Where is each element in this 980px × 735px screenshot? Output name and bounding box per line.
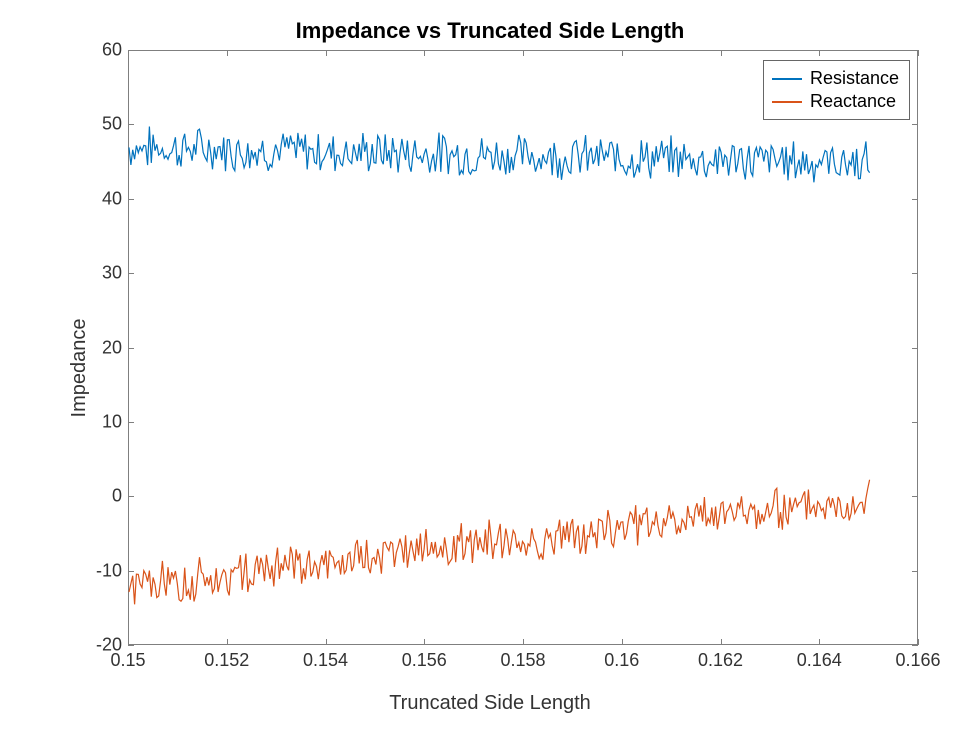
y-tick-mark: [912, 422, 918, 423]
y-tick-mark: [128, 422, 134, 423]
legend-item-reactance: Reactance: [772, 91, 899, 112]
y-tick-mark: [912, 348, 918, 349]
x-tick-mark: [227, 50, 228, 56]
x-tick-label: 0.162: [698, 650, 743, 671]
x-tick-label: 0.16: [604, 650, 639, 671]
x-tick-mark: [523, 50, 524, 56]
y-tick-mark: [912, 199, 918, 200]
x-tick-mark: [424, 639, 425, 645]
y-tick-mark: [912, 645, 918, 646]
y-tick-mark: [912, 496, 918, 497]
y-tick-mark: [128, 273, 134, 274]
x-tick-mark: [721, 639, 722, 645]
x-tick-label: 0.154: [303, 650, 348, 671]
y-tick-mark: [128, 496, 134, 497]
series-line-resistance: [129, 127, 870, 183]
y-tick-label: 20: [62, 337, 122, 358]
chart-lines-svg: [129, 51, 917, 644]
y-tick-label: 40: [62, 188, 122, 209]
x-tick-mark: [721, 50, 722, 56]
y-tick-mark: [912, 571, 918, 572]
y-tick-mark: [128, 199, 134, 200]
x-tick-mark: [819, 639, 820, 645]
y-tick-mark: [128, 124, 134, 125]
x-tick-mark: [326, 639, 327, 645]
x-tick-mark: [128, 50, 129, 56]
x-tick-mark: [622, 639, 623, 645]
x-tick-mark: [622, 50, 623, 56]
legend-label-resistance: Resistance: [810, 68, 899, 89]
x-tick-mark: [918, 639, 919, 645]
x-tick-mark: [523, 639, 524, 645]
x-axis-label: Truncated Side Length: [0, 692, 980, 715]
x-tick-mark: [424, 50, 425, 56]
y-tick-label: 50: [62, 114, 122, 135]
x-tick-mark: [326, 50, 327, 56]
chart-container: Impedance vs Truncated Side Length Imped…: [0, 0, 980, 735]
y-tick-mark: [912, 124, 918, 125]
y-tick-label: 0: [62, 486, 122, 507]
y-tick-mark: [128, 348, 134, 349]
legend-label-reactance: Reactance: [810, 91, 896, 112]
y-tick-label: -10: [62, 560, 122, 581]
legend-swatch-reactance: [772, 101, 802, 103]
x-tick-label: 0.166: [895, 650, 940, 671]
legend: Resistance Reactance: [763, 60, 910, 120]
x-tick-mark: [819, 50, 820, 56]
x-tick-label: 0.158: [500, 650, 545, 671]
y-tick-label: 30: [62, 263, 122, 284]
x-tick-label: 0.156: [402, 650, 447, 671]
y-tick-mark: [128, 571, 134, 572]
x-tick-mark: [918, 50, 919, 56]
x-tick-label: 0.152: [204, 650, 249, 671]
x-tick-label: 0.164: [797, 650, 842, 671]
y-tick-label: 60: [62, 40, 122, 61]
legend-swatch-resistance: [772, 78, 802, 80]
chart-title: Impedance vs Truncated Side Length: [0, 18, 980, 44]
y-axis-label: Impedance: [68, 318, 91, 417]
plot-area: [128, 50, 918, 645]
x-tick-mark: [128, 639, 129, 645]
y-tick-mark: [128, 645, 134, 646]
x-tick-mark: [227, 639, 228, 645]
y-tick-label: 10: [62, 411, 122, 432]
legend-item-resistance: Resistance: [772, 68, 899, 89]
x-tick-label: 0.15: [110, 650, 145, 671]
y-tick-mark: [912, 273, 918, 274]
series-line-reactance: [129, 480, 870, 605]
